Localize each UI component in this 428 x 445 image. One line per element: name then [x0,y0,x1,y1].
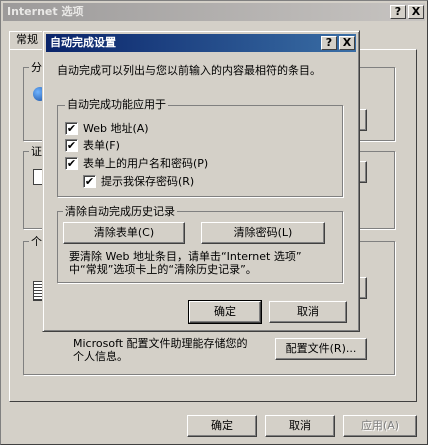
tab-general-label: 常规 [16,33,38,46]
autocomplete-intro: 自动完成可以列出与您以前输入的内容最相符的条目。 [57,64,321,77]
dialog-close-button[interactable]: X [339,36,355,50]
profile-text-line1: Microsoft 配置文件助理能存储您的 [73,337,248,350]
profile-button[interactable]: 配置文件(R)... [275,338,367,360]
web-address-checkbox[interactable]: ✔ [65,122,78,135]
clear-history-note-line2: 中“常规”选项卡上的“清除历史记录”。 [69,263,257,276]
prompt-save-password-label[interactable]: 提示我保存密码(R) [101,175,194,189]
clear-passwords-button[interactable]: 清除密码(L) [201,222,325,244]
apply-button[interactable]: 应用(A) [343,415,417,437]
clear-history-group-label: 清除自动完成历史记录 [63,205,177,218]
dialog-help-button[interactable]: ? [321,36,337,50]
forms-label[interactable]: 表单(F) [83,139,120,153]
dialog-cancel-button[interactable]: 取消 [269,301,347,323]
profile-text-line2: 个人信息。 [73,350,128,363]
internet-options-title: Internet 选项 [7,5,84,18]
usernames-passwords-checkbox[interactable]: ✔ [65,157,78,170]
clear-history-note-line1: 要清除 Web 地址条目，请单击“Internet 选项” [69,250,302,263]
tab-general[interactable]: 常规 [9,31,45,50]
clear-forms-button[interactable]: 清除表单(C) [63,222,185,244]
help-button[interactable]: ? [390,5,406,19]
web-address-label[interactable]: Web 地址(A) [83,122,149,136]
ok-button[interactable]: 确定 [187,415,257,437]
forms-checkbox[interactable]: ✔ [65,139,78,152]
prompt-save-password-checkbox[interactable]: ✔ [83,175,96,188]
autocomplete-titlebar[interactable]: 自动完成设置 [46,34,356,52]
close-button[interactable]: X [408,5,424,19]
apply-to-group-label: 自动完成功能应用于 [65,98,168,111]
cancel-button[interactable]: 取消 [265,415,335,437]
internet-options-titlebar[interactable]: Internet 选项 [3,3,425,21]
dialog-ok-button[interactable]: 确定 [188,300,262,324]
autocomplete-dialog: 自动完成设置 ? X 自动完成可以列出与您以前输入的内容最相符的条目。 自动完成… [42,30,360,332]
autocomplete-title: 自动完成设置 [50,36,116,49]
usernames-passwords-label[interactable]: 表单上的用户名和密码(P) [83,157,208,171]
